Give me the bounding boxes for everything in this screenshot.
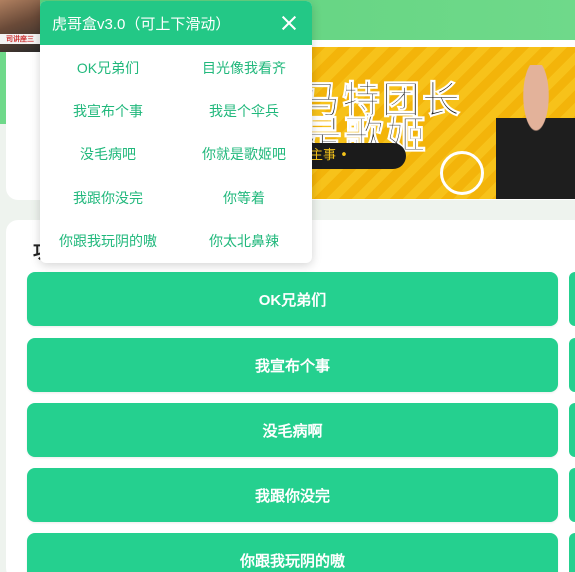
next-column-button-edge[interactable] (569, 272, 575, 326)
banner-ring-decoration (440, 151, 484, 195)
sound-button-announce[interactable]: 我宣布个事 (27, 338, 558, 392)
sound-button-ok-brothers[interactable]: OK兄弟们 (27, 272, 558, 326)
popup-item[interactable]: 我跟你没完 (40, 176, 176, 219)
popup-item[interactable]: 你等着 (176, 176, 312, 219)
banner-person-image (496, 65, 575, 199)
sound-button-no-problem[interactable]: 没毛病啊 (27, 403, 558, 457)
popup-item-grid: OK兄弟们 目光像我看齐 我宣布个事 我是个伞兵 没毛病吧 你就是歌姬吧 我跟你… (40, 45, 312, 263)
popup-item[interactable]: 我宣布个事 (40, 89, 176, 132)
popup-item[interactable]: OK兄弟们 (40, 46, 176, 89)
popup-title: 虎哥盒v3.0（可上下滑动） (52, 15, 231, 33)
popup-item[interactable]: 目光像我看齐 (176, 46, 312, 89)
popup-item[interactable]: 你跟我玩阴的嗷 (40, 220, 176, 263)
avatar-caption: 司讲座三 (0, 34, 40, 44)
floating-sound-box-popup[interactable]: 虎哥盒v3.0（可上下滑动） OK兄弟们 目光像我看齐 我宣布个事 我是个伞兵 … (40, 1, 312, 263)
avatar[interactable]: 司讲座三 (0, 0, 40, 52)
next-column-button-edge[interactable] (569, 338, 575, 392)
promo-banner[interactable]: 马特团长 是歌姬 主事 • (300, 47, 575, 199)
next-column-button-edge[interactable] (569, 468, 575, 522)
popup-header[interactable]: 虎哥盒v3.0（可上下滑动） (40, 1, 312, 45)
popup-item[interactable]: 你太北鼻辣 (176, 220, 312, 263)
next-column-button-edge[interactable] (569, 403, 575, 457)
popup-item[interactable]: 你就是歌姬吧 (176, 133, 312, 176)
close-icon[interactable] (278, 12, 300, 34)
popup-item[interactable]: 没毛病吧 (40, 133, 176, 176)
sound-button-play-dirty[interactable]: 你跟我玩阴的嗷 (27, 533, 558, 572)
popup-item[interactable]: 我是个伞兵 (176, 89, 312, 132)
banner-pill: 主事 • (300, 143, 406, 169)
sound-button-not-done[interactable]: 我跟你没完 (27, 468, 558, 522)
next-column-button-edge[interactable] (569, 533, 575, 572)
